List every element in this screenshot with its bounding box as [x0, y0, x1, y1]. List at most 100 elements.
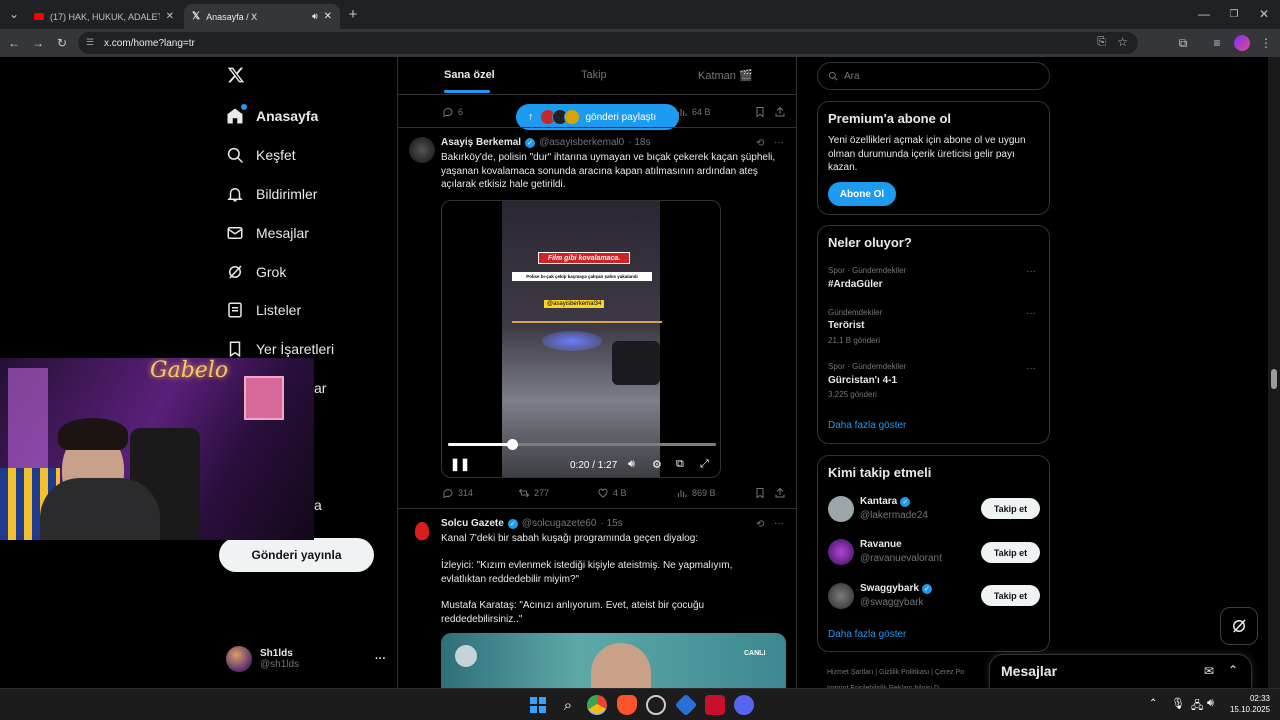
nav-item-lists[interactable]: Listeler	[226, 296, 301, 324]
grok-floating-button[interactable]	[1220, 607, 1258, 645]
more-icon[interactable]: ···	[774, 137, 784, 148]
app-icon[interactable]	[705, 695, 725, 715]
url-bar[interactable]: ☰ x.com/home?lang=tr ⎘ ☆	[78, 32, 1138, 54]
nav-item-grok[interactable]: Grok	[226, 258, 286, 286]
nav-item-home[interactable]: Anasayfa	[226, 102, 318, 130]
nav-item-explore[interactable]: Keşfet	[226, 141, 296, 169]
volume-icon[interactable]: 🔊︎	[628, 458, 635, 471]
show-more-link[interactable]: Daha fazla göster	[828, 420, 906, 431]
tab-following[interactable]: Takip	[581, 57, 607, 93]
site-info-icon[interactable]: ☰	[86, 37, 94, 48]
tweet-media[interactable]: CANLI	[441, 633, 786, 688]
post-button[interactable]: Gönderi yayınla	[219, 538, 374, 572]
chrome-menu-icon[interactable]: ⋮	[1258, 35, 1274, 51]
trend-item[interactable]: #ArdaGüler	[828, 279, 882, 290]
repost-button[interactable]: 277	[518, 487, 549, 499]
views-button[interactable]: 869 B	[676, 487, 716, 499]
scrollbar-thumb[interactable]	[1271, 369, 1277, 389]
trend-item[interactable]: Gürcistan'ı 4-1	[828, 375, 897, 386]
picture-in-picture-icon[interactable]: ⧉	[676, 458, 684, 471]
close-tab-icon[interactable]: ✕	[166, 11, 174, 22]
clock[interactable]: 02:33 15.10.2025	[1226, 693, 1270, 715]
back-icon[interactable]: ←	[6, 35, 22, 51]
close-tab-icon[interactable]: ✕	[324, 11, 332, 22]
forward-icon[interactable]: →	[30, 35, 46, 51]
views-button[interactable]: 64 B	[676, 106, 711, 118]
settings-icon[interactable]: ⚙	[652, 458, 662, 471]
install-app-icon[interactable]: ⎘	[1097, 36, 1106, 49]
avatar[interactable]	[409, 137, 435, 163]
avatar[interactable]	[828, 496, 854, 522]
grok-explain-icon[interactable]: ⟲	[756, 138, 764, 149]
bookmark-button[interactable]	[754, 106, 766, 118]
tab-search-chevron-icon[interactable]: ⌄	[6, 6, 22, 22]
follow-button[interactable]: Takip et	[981, 585, 1040, 606]
avatar[interactable]	[828, 539, 854, 565]
reply-button[interactable]: 6	[442, 106, 463, 118]
author-handle[interactable]: @solcugazete60	[522, 518, 597, 529]
more-icon[interactable]: ···	[774, 518, 784, 529]
nav-item-partial[interactable]: ar	[314, 374, 326, 402]
microphone-icon[interactable]: 🎙︎	[1171, 697, 1185, 710]
pause-icon[interactable]: ❚❚	[450, 457, 470, 471]
page-scrollbar[interactable]	[1268, 57, 1280, 688]
tweet-time[interactable]: · 18s	[628, 137, 650, 148]
avatar[interactable]	[409, 518, 435, 544]
nav-item-notifications[interactable]: Bildirimler	[226, 180, 317, 208]
footer-link[interactable]: Hizmet Şartları	[827, 669, 873, 676]
video-player[interactable]: Film gibi kovalamaca. Polise bı-çak çeki…	[441, 200, 721, 478]
browser-tab-youtube[interactable]: (17) HAK, HUKUK, ADALET | Ma ✕	[26, 4, 182, 29]
footer-link[interactable]: Çerez Po	[935, 669, 964, 676]
brave-icon[interactable]	[617, 695, 637, 715]
browser-tab-x[interactable]: 𝕏 Anasayfa / X 🔊︎ ✕	[184, 4, 340, 29]
restore-icon[interactable]: ❐	[1226, 6, 1242, 22]
app-icon[interactable]	[674, 693, 698, 717]
author-name[interactable]: Asayiş Berkemal	[441, 137, 521, 148]
more-icon[interactable]: ···	[375, 653, 386, 665]
show-more-link[interactable]: Daha fazla göster	[828, 629, 906, 640]
grok-explain-icon[interactable]: ⟲	[756, 519, 764, 530]
extensions-icon[interactable]: ⧉	[1175, 35, 1191, 51]
follow-name[interactable]: Swaggybark	[860, 583, 919, 594]
more-icon[interactable]: ···	[1026, 308, 1036, 319]
author-handle[interactable]: @asayisberkemal0	[539, 137, 624, 148]
x-logo[interactable]	[227, 66, 245, 84]
reload-icon[interactable]: ↻	[54, 35, 70, 51]
close-window-icon[interactable]: ✕	[1256, 6, 1272, 22]
tweet-time[interactable]: · 15s	[600, 518, 622, 529]
nav-item-messages[interactable]: Mesajlar	[226, 219, 309, 247]
video-seek-bar[interactable]	[448, 439, 716, 450]
bookmark-button[interactable]	[754, 487, 766, 499]
subscribe-button[interactable]: Abone Ol	[828, 182, 896, 206]
network-icon[interactable]: 🖧	[1191, 697, 1203, 716]
author-name[interactable]: Solcu Gazete	[441, 518, 504, 529]
avatar[interactable]	[828, 583, 854, 609]
more-icon[interactable]: ···	[1026, 266, 1036, 277]
chrome-icon[interactable]	[587, 695, 607, 715]
nav-item-partial[interactable]: a	[314, 491, 322, 519]
follow-name[interactable]: Ravanue	[860, 539, 902, 550]
follow-button[interactable]: Takip et	[981, 498, 1040, 519]
discord-icon[interactable]	[734, 695, 754, 715]
messages-drawer[interactable]: Mesajlar ✉ ⌃	[989, 654, 1252, 688]
footer-link[interactable]: Gizlilik Politikası	[879, 669, 929, 676]
share-button[interactable]	[774, 487, 786, 499]
start-icon[interactable]	[528, 695, 548, 715]
trend-item[interactable]: Terörist	[828, 320, 865, 331]
tab-katman[interactable]: Katman 🎬	[698, 57, 753, 93]
like-button[interactable]: 4 B	[597, 487, 627, 499]
app-icon[interactable]	[646, 695, 666, 715]
fullscreen-icon[interactable]: ⤢	[700, 458, 709, 471]
follow-button[interactable]: Takip et	[981, 542, 1040, 563]
profile-avatar[interactable]	[1234, 35, 1250, 51]
minimize-icon[interactable]: —	[1196, 6, 1212, 22]
search-input[interactable]: Ara	[817, 62, 1050, 90]
bookmark-star-icon[interactable]: ☆	[1117, 35, 1128, 49]
account-switcher[interactable]: Sh1lds @sh1lds ···	[226, 643, 386, 675]
share-button[interactable]	[774, 106, 786, 118]
tab-for-you[interactable]: Sana özel	[444, 57, 495, 93]
new-message-icon[interactable]: ✉	[1204, 664, 1214, 678]
expand-icon[interactable]: ⌃	[1228, 663, 1238, 677]
follow-name[interactable]: Kantara	[860, 496, 897, 507]
tray-chevron-icon[interactable]: ⌃	[1149, 698, 1157, 709]
